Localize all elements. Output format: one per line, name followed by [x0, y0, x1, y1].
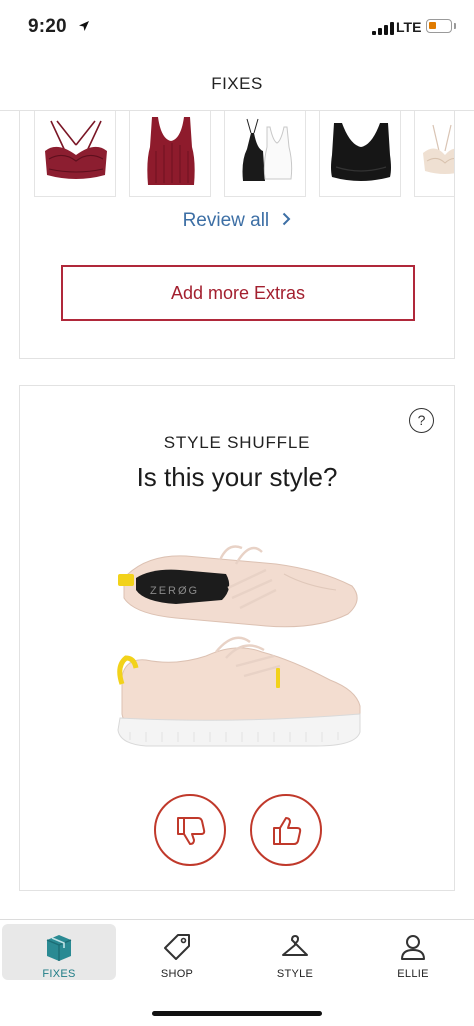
- dislike-button[interactable]: [154, 794, 226, 866]
- add-more-extras-button[interactable]: Add more Extras: [61, 265, 415, 321]
- network-label: LTE: [396, 19, 422, 35]
- style-shuffle-heading: STYLE SHUFFLE: [163, 433, 311, 452]
- person-icon: [401, 935, 425, 960]
- extra-thumbnail-4[interactable]: [319, 111, 401, 197]
- tab-label-ellie: ELLIE: [397, 968, 429, 980]
- extra-thumbnail-2[interactable]: [129, 111, 211, 197]
- review-all-link[interactable]: Review all: [20, 210, 454, 232]
- tab-label-shop: SHOP: [160, 968, 194, 980]
- tab-label-fixes: FIXES: [42, 968, 76, 980]
- product-brand-mark: ZERØG: [150, 585, 199, 597]
- tab-ellie[interactable]: ELLIE: [356, 924, 470, 980]
- thumbs-up-icon: [273, 817, 302, 845]
- tab-fixes[interactable]: FIXES: [2, 924, 116, 980]
- hanger-icon: [282, 935, 308, 956]
- tab-shop[interactable]: SHOP: [120, 924, 234, 980]
- chevron-right-icon: [283, 212, 291, 226]
- extra-thumbnail-1[interactable]: [34, 111, 116, 197]
- battery-icon: [426, 19, 452, 33]
- help-icon[interactable]: ?: [409, 408, 434, 433]
- page-title: FIXES: [211, 74, 263, 93]
- tag-icon: [164, 934, 190, 960]
- battery-cap: [454, 23, 456, 29]
- status-bar: 9:20 LTE: [0, 0, 474, 56]
- style-shuffle-card: ? STYLE SHUFFLE Is this your style? ZERØ…: [19, 385, 455, 891]
- style-shuffle-question: Is this your style?: [136, 462, 338, 492]
- review-all-label: Review all: [182, 210, 270, 231]
- tab-bar: FIXES SHOP STYLE ELLIE: [0, 919, 474, 1026]
- tab-label-style: STYLE: [276, 968, 314, 980]
- like-button[interactable]: [250, 794, 322, 866]
- box-icon: [46, 935, 72, 961]
- thumbs-down-icon: [177, 817, 206, 845]
- extra-thumbnail-5[interactable]: [414, 111, 454, 197]
- extras-thumbnails[interactable]: [34, 111, 454, 197]
- product-image: ZERØG: [116, 534, 362, 766]
- signal-icon: [372, 22, 394, 35]
- extra-thumbnail-3[interactable]: [224, 111, 306, 197]
- home-indicator[interactable]: [152, 1011, 322, 1016]
- extras-card: Review all Add more Extras: [19, 111, 455, 359]
- location-arrow-icon: [79, 21, 89, 31]
- status-time: 9:20: [28, 16, 67, 37]
- tab-style[interactable]: STYLE: [238, 924, 352, 980]
- nav-bar: FIXES: [0, 56, 474, 111]
